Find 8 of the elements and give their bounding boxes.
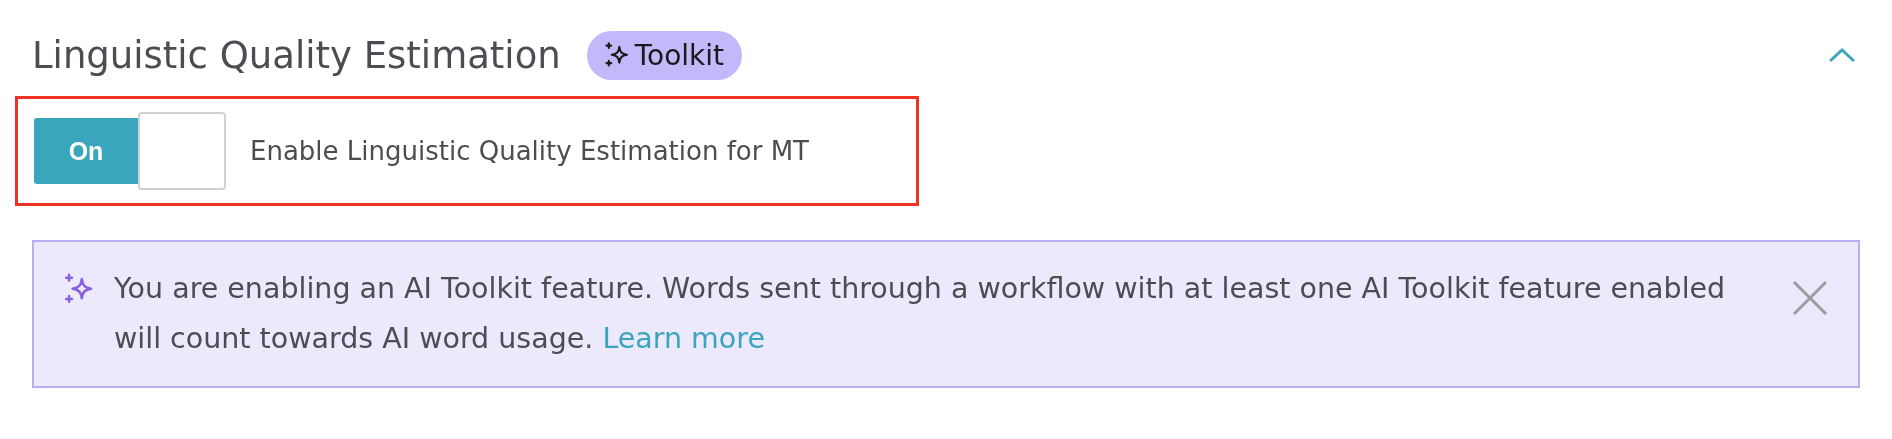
sparkle-icon (602, 41, 631, 69)
setting-label: Enable Linguistic Quality Estimation for MT (250, 136, 809, 166)
toggle-switch[interactable]: On (34, 112, 226, 190)
notice-text: You are enabling an AI Toolkit feature. Words sent through a workflow with at least one AI Toolkit feature enabled will count towards AI word usage. Learn more (114, 271, 1727, 357)
learn-more-link[interactable]: Learn more (602, 322, 765, 355)
badge-label: Toolkit (634, 38, 725, 72)
section-title: Linguistic Quality Estimation (32, 33, 561, 77)
close-button[interactable] (1790, 278, 1830, 318)
